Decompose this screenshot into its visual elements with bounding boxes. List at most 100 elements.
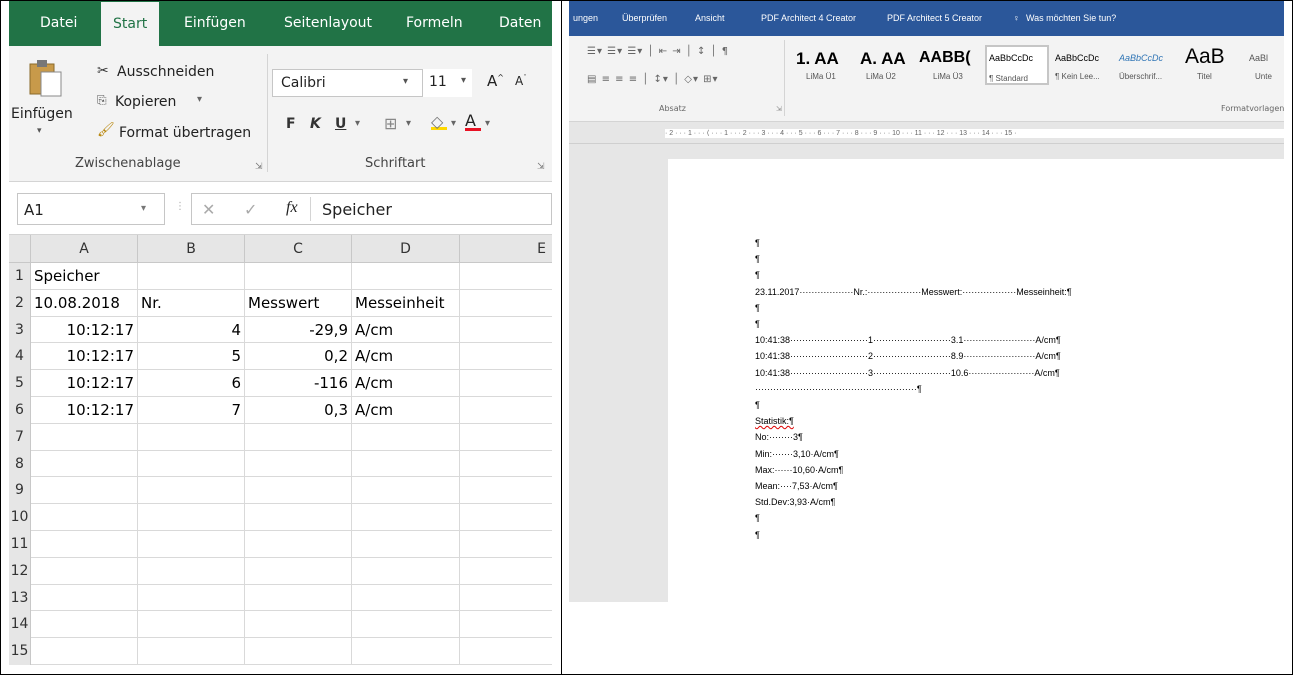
row-header[interactable]: 5 <box>9 370 31 397</box>
grid-cell[interactable]: 10:12:17 <box>31 343 138 371</box>
row-header[interactable]: 14 <box>9 611 31 639</box>
grid-cell[interactable]: 10:12:17 <box>31 370 138 397</box>
grid-cell[interactable] <box>352 450 460 478</box>
grid-cell[interactable] <box>245 638 352 665</box>
style-lima-u2[interactable]: A. AA LiMa Ü2 <box>858 45 917 85</box>
grid-cell[interactable] <box>31 638 138 665</box>
clipboard-launcher-icon[interactable]: ⇲ <box>255 161 263 172</box>
enter-icon[interactable]: ✓ <box>244 200 257 219</box>
chevron-down-icon[interactable]: ▾ <box>451 118 456 129</box>
grid-cell[interactable] <box>352 638 460 665</box>
style-lima-u3[interactable]: AABB( LiMa Ü3 <box>917 45 983 85</box>
grid-cell[interactable] <box>460 558 552 585</box>
grid-cell[interactable] <box>352 423 460 451</box>
style-ueberschrift[interactable]: AaBbCcDc Überschrif... <box>1117 45 1181 85</box>
grid-cell[interactable]: A/cm <box>352 397 460 424</box>
fill-color-icon[interactable]: ◇ <box>431 112 447 131</box>
grid-cell[interactable] <box>460 424 552 451</box>
grid-cell[interactable] <box>460 451 552 478</box>
grid-cell[interactable] <box>138 477 245 505</box>
grid-cell[interactable]: 7 <box>138 397 245 424</box>
grid-cell[interactable] <box>460 317 552 344</box>
cut-button[interactable]: Ausschneiden <box>117 64 214 80</box>
grid-cell[interactable] <box>31 531 138 558</box>
row-header[interactable]: 2 <box>9 289 31 317</box>
grid-cell[interactable]: -116 <box>245 370 352 397</box>
grid-cell[interactable]: Messwert <box>245 289 352 317</box>
row-header[interactable]: 8 <box>9 450 31 478</box>
grid-cell[interactable]: -29,9 <box>245 316 352 344</box>
grid-cell[interactable] <box>245 584 352 612</box>
document-page[interactable]: ¶ ¶ ¶ 23.11.2017··················Nr.:·····… <box>668 159 1284 602</box>
grid-cell[interactable] <box>460 504 552 531</box>
grid-cell[interactable] <box>352 584 460 612</box>
grid-cell[interactable]: 4 <box>138 316 245 344</box>
italic-button[interactable]: K <box>310 116 321 132</box>
grid-cell[interactable] <box>460 531 552 558</box>
tab-formeln[interactable]: Formeln <box>406 1 463 46</box>
grid-cell[interactable] <box>31 557 138 585</box>
grid-cell[interactable] <box>31 423 138 451</box>
grid-cell[interactable] <box>460 585 552 612</box>
lightbulb-icon[interactable]: ♀ <box>1013 1 1020 36</box>
tell-me-search[interactable]: Was möchten Sie tun? <box>1026 1 1116 36</box>
chevron-down-icon[interactable]: ▾ <box>485 118 490 129</box>
grid-cell[interactable]: A/cm <box>352 316 460 344</box>
row-header[interactable]: 10 <box>9 504 31 531</box>
grid-cell[interactable] <box>460 343 552 370</box>
row-header[interactable]: 13 <box>9 584 31 612</box>
shrink-font-icon[interactable]: Aˇ <box>515 74 527 88</box>
grid-cell[interactable] <box>138 584 245 612</box>
grid-cell[interactable] <box>138 450 245 478</box>
grid-cell[interactable] <box>352 263 460 290</box>
row-header[interactable]: 11 <box>9 531 31 558</box>
grid-cell[interactable] <box>138 263 245 290</box>
copy-button[interactable]: Kopieren <box>115 94 176 110</box>
grid-cell[interactable]: 5 <box>138 343 245 371</box>
cancel-icon[interactable]: ✕ <box>202 200 215 219</box>
chevron-down-icon[interactable]: ▾ <box>141 203 146 214</box>
grid-cell[interactable]: A/cm <box>352 370 460 397</box>
row-header[interactable]: 7 <box>9 423 31 451</box>
grid-cell[interactable] <box>460 611 552 638</box>
formula-input[interactable]: ✕ ✓ fx Speicher <box>191 193 552 225</box>
grid-cell[interactable] <box>138 531 245 558</box>
border-icon[interactable]: ⊞ <box>384 114 397 133</box>
style-kein-leerraum[interactable]: AaBbCcDc ¶ Kein Lee... <box>1053 45 1117 85</box>
tab-start[interactable]: Start <box>101 1 160 46</box>
name-box[interactable]: A1 ▾ <box>17 193 165 225</box>
grid-cell[interactable] <box>31 450 138 478</box>
format-painter-icon[interactable]: 🖌 <box>97 122 115 138</box>
grid-cell[interactable] <box>460 477 552 504</box>
row-header[interactable]: 9 <box>9 477 31 505</box>
tab-einfuegen[interactable]: Einfügen <box>184 1 246 46</box>
grid-cell[interactable] <box>245 477 352 505</box>
grid-cell[interactable] <box>352 504 460 531</box>
style-titel[interactable]: AaB Titel <box>1183 45 1241 85</box>
tab-pdf-architect-5[interactable]: PDF Architect 5 Creator <box>887 1 982 36</box>
column-header-c[interactable]: C <box>245 235 352 263</box>
chevron-down-icon[interactable]: ▾ <box>406 118 411 129</box>
select-all-corner[interactable] <box>9 235 31 263</box>
column-header-d[interactable]: D <box>352 235 460 263</box>
insert-function-icon[interactable]: fx <box>286 199 298 217</box>
format-painter-button[interactable]: Format übertragen <box>119 125 251 141</box>
copy-dropdown-icon[interactable]: ▾ <box>197 94 202 105</box>
copy-icon[interactable]: ⎘ <box>97 93 107 108</box>
grid-cell[interactable] <box>245 263 352 290</box>
grid-cell[interactable] <box>460 263 552 290</box>
tab-ansicht[interactable]: Ansicht <box>695 1 725 36</box>
grid-cell[interactable]: Messeinheit <box>352 289 460 317</box>
grid-cell[interactable]: 0,2 <box>245 343 352 371</box>
grid-cell[interactable]: Speicher <box>31 263 138 290</box>
grid-cell[interactable] <box>245 557 352 585</box>
underline-button[interactable]: U <box>335 116 346 132</box>
tab-sendungen[interactable]: ungen <box>573 1 598 36</box>
paste-dropdown-icon[interactable]: ▾ <box>37 126 42 136</box>
grid-cell[interactable] <box>460 290 552 317</box>
grid-cell[interactable] <box>460 638 552 665</box>
font-size-select[interactable]: 11 ▾ <box>422 69 472 97</box>
grid-cell[interactable] <box>138 504 245 531</box>
grid-cell[interactable] <box>245 611 352 639</box>
paste-icon[interactable] <box>27 58 63 98</box>
